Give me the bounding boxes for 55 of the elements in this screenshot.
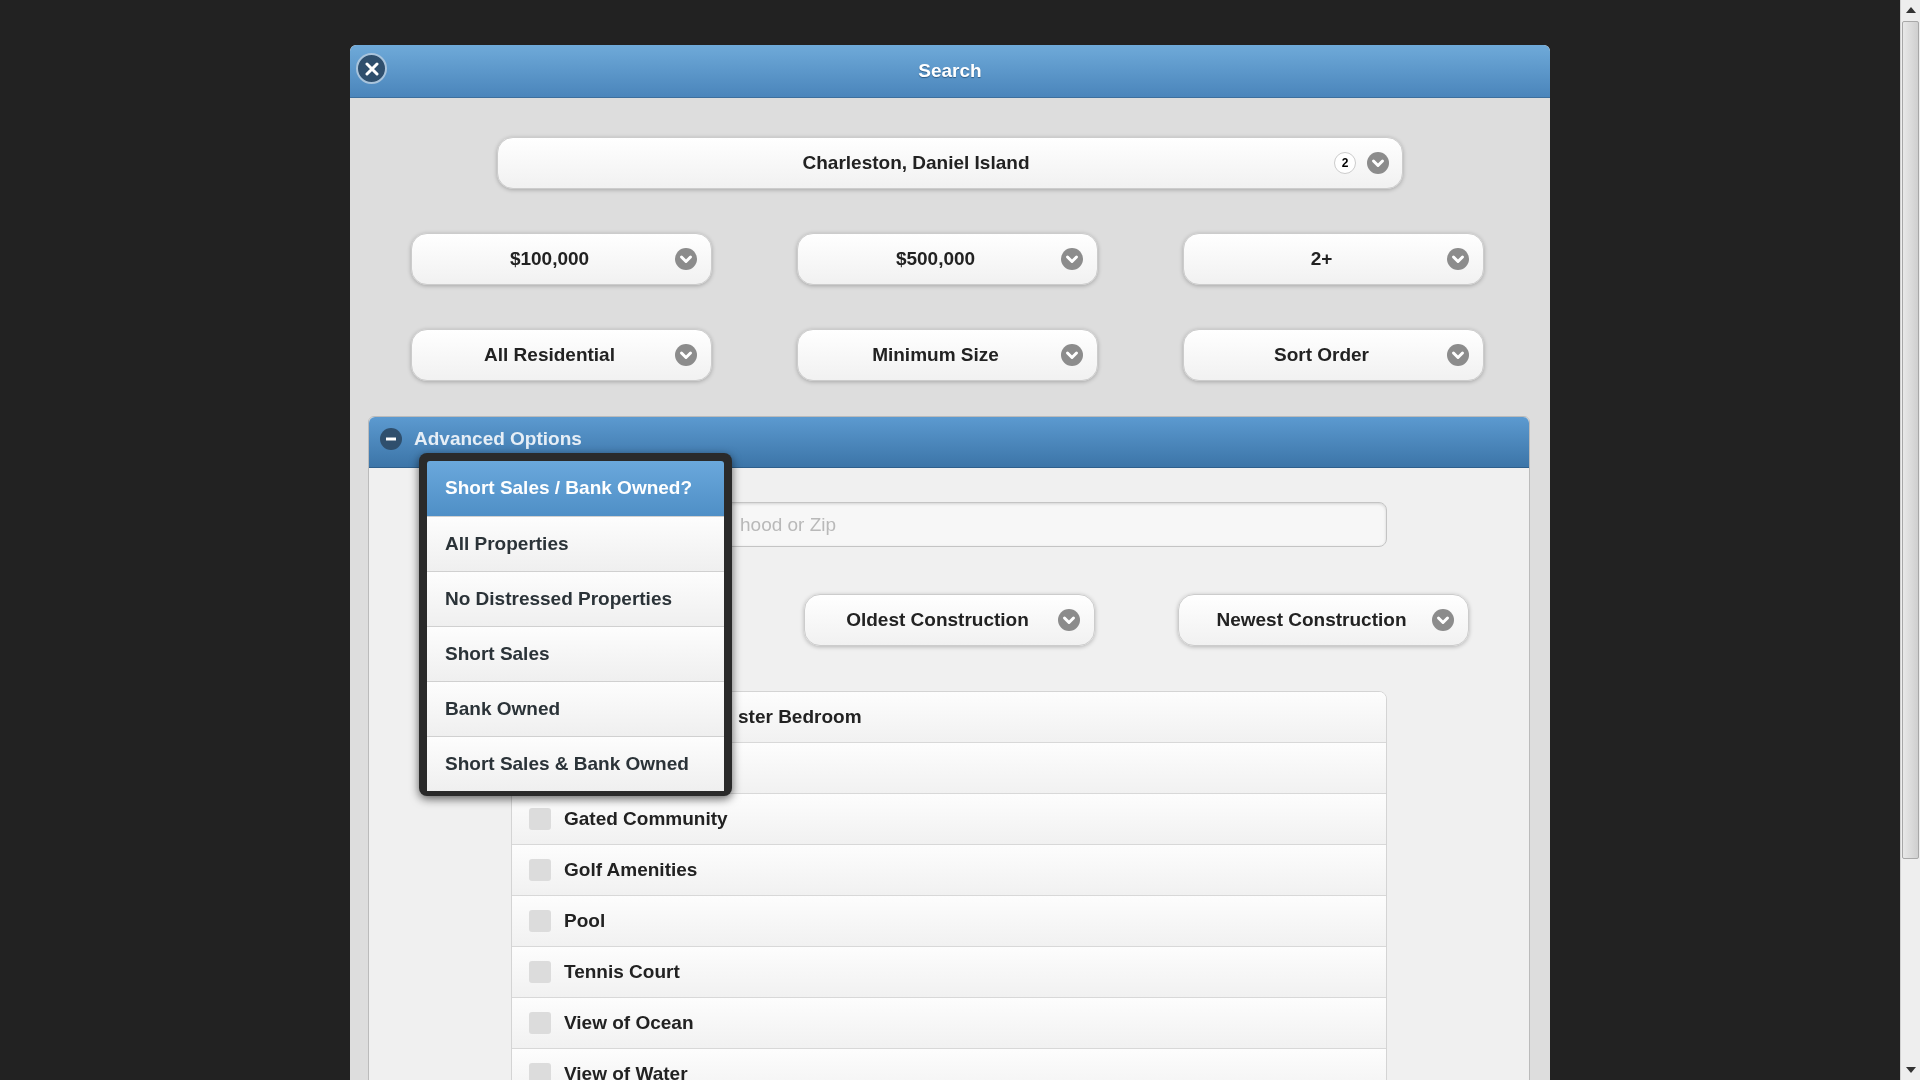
dropdown-select[interactable]: Oldest Construction [804,594,1095,646]
feature-label: ster Bedroom [738,704,862,729]
chevron-down-icon [1447,344,1469,366]
dialog-title: Search [918,58,982,83]
select-value: $100,000 [508,246,591,271]
checkbox[interactable] [529,1063,551,1080]
select-value: All Residential [483,342,616,367]
select-value: $500,000 [894,246,977,271]
feature-label: Pool [564,908,606,933]
chevron-down-icon [675,248,697,270]
scroll-thumb[interactable] [1902,21,1919,859]
feature-label: Tennis Court [564,959,680,984]
menu-option[interactable]: Short Sales [427,626,724,681]
close-button[interactable] [356,53,387,84]
menu-option[interactable]: All Properties [427,516,724,571]
chevron-down-icon [675,344,697,366]
select-value: Sort Order [1273,342,1370,367]
close-icon [364,61,379,76]
scroll-down-icon[interactable] [1906,1067,1916,1073]
checkbox[interactable] [529,961,551,983]
location-select[interactable]: Charleston, Daniel Island 2 [497,137,1403,189]
dropdown-select[interactable]: $100,000 [411,233,712,285]
scrollbar[interactable] [1900,0,1920,1080]
menu-option[interactable]: No Distressed Properties [427,571,724,626]
scroll-up-icon[interactable] [1906,7,1916,13]
feature-label: Golf Amenities [564,857,698,882]
dropdown-select[interactable]: Minimum Size [797,329,1098,381]
feature-label: View of Water [564,1061,688,1080]
chevron-down-icon [1432,609,1454,631]
checkbox[interactable] [529,808,551,830]
menu-option[interactable]: Short Sales & Bank Owned [427,736,724,791]
chevron-down-icon [1061,344,1083,366]
chevron-down-icon [1367,152,1389,174]
advanced-options-title: Advanced Options [414,426,582,451]
select-value: Oldest Construction [845,607,1030,632]
dropdown-select[interactable]: 2+ [1183,233,1484,285]
feature-label: View of Ocean [564,1010,694,1035]
checkbox[interactable] [529,859,551,881]
chevron-down-icon [1447,248,1469,270]
count-badge: 2 [1334,152,1356,174]
checkbox[interactable] [529,910,551,932]
menu-option[interactable]: Bank Owned [427,681,724,736]
select-value: Newest Construction [1215,607,1408,632]
menu-title: Short Sales / Bank Owned? [427,461,724,516]
checkbox[interactable] [529,1012,551,1034]
dropdown-select[interactable]: Newest Construction [1178,594,1469,646]
feature-label: Gated Community [564,806,728,831]
dropdown-select[interactable]: Sort Order [1183,329,1484,381]
select-value: Charleston, Daniel Island [801,150,1031,175]
dropdown-select[interactable]: $500,000 [797,233,1098,285]
dropdown-select[interactable]: All Residential [411,329,712,381]
chevron-down-icon [1058,609,1080,631]
select-value: 2+ [1309,246,1334,271]
chevron-down-icon [1061,248,1083,270]
select-value: Minimum Size [871,342,1000,367]
